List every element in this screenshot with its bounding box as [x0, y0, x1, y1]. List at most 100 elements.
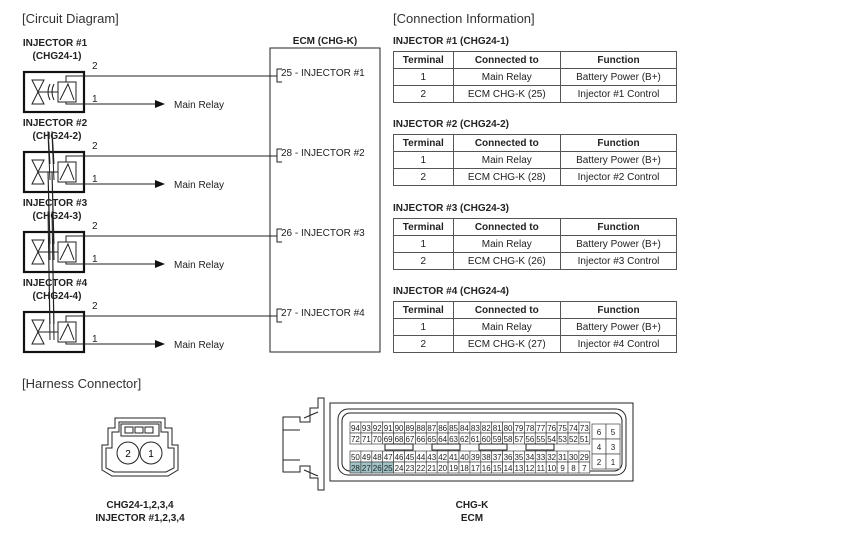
ecm-pin: 59 — [493, 435, 502, 444]
ecm-pin: 38 — [482, 453, 491, 462]
injector-name: INJECTOR #2 — [22, 118, 88, 129]
table-cell: ECM CHG-K (27) — [452, 335, 562, 353]
ecm-pin: 20 — [438, 464, 447, 473]
wire-to-ecm — [65, 155, 277, 162]
ecm-pin: 1 — [611, 458, 616, 467]
ecm-pin: 34 — [525, 453, 534, 462]
table-title: INJECTOR #1 (CHG24-1) — [393, 36, 509, 47]
injector-connector: (CHG24-4) — [32, 291, 82, 302]
table-row: 1 Main Relay Battery Power (B+) — [393, 151, 677, 169]
column-header: Terminal — [393, 301, 454, 319]
ecm-pin: 9 — [560, 464, 565, 473]
connection-table: Terminal Connected to Function 1 Main Relay B… — [393, 218, 677, 270]
injector-symbol — [22, 70, 86, 114]
injector-connector: (CHG24-2) — [32, 131, 82, 142]
table-cell: ECM CHG-K (25) — [452, 85, 562, 103]
table-header: Terminal Connected to Function — [393, 51, 677, 69]
ecm-pin: 47 — [384, 453, 393, 462]
table-cell: Injector #3 Control — [560, 252, 677, 270]
ecm-pin: 78 — [525, 424, 534, 433]
ecm-pin: 57 — [514, 435, 523, 444]
table-cell: 1 — [393, 235, 454, 253]
ecm-pin: 11 — [537, 464, 546, 473]
column-header: Connected to — [452, 218, 562, 236]
ecm-pin: 32 — [547, 453, 556, 462]
main-relay-label: Main Relay — [174, 180, 225, 191]
connection-table: Terminal Connected to Function 1 Main Relay B… — [393, 134, 677, 186]
ecm-pin: 6 — [597, 428, 602, 437]
ecm-pin: 44 — [416, 453, 425, 462]
ecm-pin: 42 — [438, 453, 447, 462]
ecm-pin: 61 — [471, 435, 480, 444]
ecm-pin: 76 — [547, 424, 556, 433]
table-cell: Battery Power (B+) — [560, 151, 677, 169]
column-header: Connected to — [452, 51, 562, 69]
pin-label: 1 — [92, 334, 98, 345]
injector-name: INJECTOR #4 — [22, 278, 88, 289]
column-header: Connected to — [452, 301, 562, 319]
pin-label: 2 — [92, 301, 98, 312]
arrow-icon — [155, 180, 165, 188]
ecm-pin: 63 — [449, 435, 458, 444]
column-header: Terminal — [393, 51, 454, 69]
column-header: Connected to — [452, 134, 562, 152]
ecm-pin: 43 — [427, 453, 436, 462]
ecm-pin: 48 — [373, 453, 382, 462]
ecm-pin: 25 — [384, 464, 393, 473]
ecm-pin: 77 — [536, 424, 545, 433]
ecm-pin-label: 26 - INJECTOR #3 — [281, 228, 365, 239]
ecm-pin: 41 — [449, 453, 458, 462]
table-cell: Battery Power (B+) — [560, 68, 677, 86]
injector-name: INJECTOR #3 — [22, 198, 88, 209]
table-row: 1 Main Relay Battery Power (B+) — [393, 235, 677, 253]
table-cell: Injector #2 Control — [560, 168, 677, 186]
ecm-pin: 86 — [438, 424, 447, 433]
table-header: Terminal Connected to Function — [393, 301, 677, 319]
ecm-pin-label: 28 - INJECTOR #2 — [281, 148, 365, 159]
table-title: INJECTOR #4 (CHG24-4) — [393, 286, 509, 297]
ecm-pin: 88 — [416, 424, 425, 433]
ecm-pin-label: 27 - INJECTOR #4 — [281, 308, 365, 319]
ecm-pin: 23 — [405, 464, 414, 473]
injector-name: INJECTOR #1 — [22, 38, 88, 49]
table-header: Terminal Connected to Function — [393, 134, 677, 152]
table-cell: Battery Power (B+) — [560, 318, 677, 336]
table-row: 2 ECM CHG-K (27) Injector #4 Control — [393, 335, 677, 353]
column-header: Function — [560, 301, 677, 319]
ecm-pin: 49 — [362, 453, 371, 462]
ecm-pin: 53 — [558, 435, 567, 444]
ecm-pin: 89 — [405, 424, 414, 433]
arrow-icon — [155, 260, 165, 268]
column-header: Terminal — [393, 134, 454, 152]
injector-connector: (CHG24-1) — [32, 51, 82, 62]
diagram-page: 2 1 94 93 92 91 90 89 88 87 86 85 84 83 82 81 80 79 78 77 76… — [0, 0, 859, 551]
ecm-pin: 18 — [460, 464, 469, 473]
ecm-pin: 66 — [416, 435, 425, 444]
connection-table: Terminal Connected to Function 1 Main Relay B… — [393, 51, 677, 103]
main-relay-label: Main Relay — [174, 340, 225, 351]
ecm-pin: 16 — [482, 464, 491, 473]
table-header: Terminal Connected to Function — [393, 218, 677, 236]
ecm-pin: 12 — [525, 464, 534, 473]
wire-to-main-relay — [65, 262, 155, 265]
ecm-pin: 4 — [597, 443, 602, 452]
section-connection-information: [Connection Information] — [393, 11, 535, 26]
ecm-pin: 8 — [571, 464, 576, 473]
arrow-icon — [155, 340, 165, 348]
ecm-pin: 31 — [558, 453, 567, 462]
ecm-pin: 87 — [427, 424, 436, 433]
ecm-pin: 73 — [580, 424, 589, 433]
ecm-pin: 65 — [427, 435, 436, 444]
table-row: 2 ECM CHG-K (26) Injector #3 Control — [393, 252, 677, 270]
ecm-pin: 93 — [362, 424, 371, 433]
ecm-pin: 82 — [482, 424, 491, 433]
ecm-pin: 84 — [460, 424, 469, 433]
ecm-pin: 2 — [597, 458, 602, 467]
ecm-pin: 72 — [351, 435, 360, 444]
injector-connector-label: CHG24-1,2,3,4 — [106, 500, 174, 511]
ecm-pin: 13 — [514, 464, 523, 473]
ecm-pin: 68 — [395, 435, 404, 444]
table-row: 2 ECM CHG-K (28) Injector #2 Control — [393, 168, 677, 186]
ecm-pin: 56 — [525, 435, 534, 444]
injector-harness-connector: 21 — [101, 417, 179, 477]
